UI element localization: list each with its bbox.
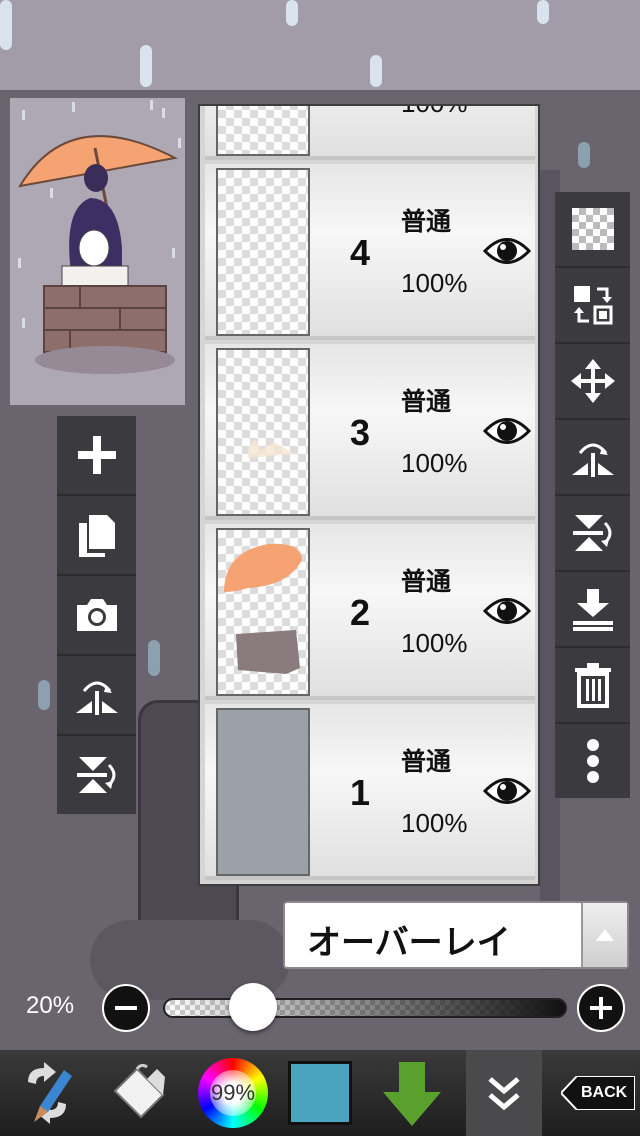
save-download-button[interactable] [372,1050,452,1136]
move-button[interactable] [555,344,630,420]
raindrop [148,640,160,676]
back-arrow-icon: BACK [561,1076,635,1110]
layer-thumbnail [216,168,310,336]
back-label: BACK [581,1084,628,1101]
blend-mode-dropdown-button[interactable] [581,903,627,967]
layer-opacity: 100% [401,268,468,298]
current-color-swatch[interactable] [286,1050,354,1136]
opacity-slider-track[interactable] [163,998,567,1018]
more-vertical-icon [586,739,599,783]
brush-swap-icon [28,1062,72,1124]
flip-layer-vertical-button[interactable] [555,496,630,572]
move-icon [570,359,615,403]
layer-thumbnail [216,528,310,696]
visibility-eye-icon[interactable] [482,414,532,453]
layer-swap-button[interactable] [555,268,630,344]
paint-bucket-icon [113,1063,165,1119]
flip-horizontal-icon [571,443,614,477]
visibility-eye-icon[interactable] [482,234,532,273]
layer-number: 4 [350,232,371,273]
blend-mode-value: オーバーレイ [307,923,511,963]
flip-horizontal-button[interactable] [57,656,136,736]
fill-tool-button[interactable] [100,1050,178,1136]
opacity-decrease-button[interactable] [102,984,150,1032]
color-wheel-button[interactable]: 99% [194,1050,272,1136]
layer-thumbnail [216,348,310,516]
trash-icon [574,663,611,708]
visibility-eye-icon[interactable] [482,774,532,813]
back-button[interactable]: BACK [558,1050,638,1136]
delete-layer-button[interactable] [555,648,630,724]
color-brightness-label: 99% [210,1080,256,1105]
raindrop [578,142,590,168]
flip-layer-horizontal-button[interactable] [555,420,630,496]
opacity-slider-handle[interactable] [229,983,277,1031]
layer-opacity: 100% [401,808,468,838]
blend-mode-select[interactable]: オーバーレイ [283,901,629,969]
layer-row-partial[interactable]: 100% [205,106,535,160]
layer-blend-mode: 普通 [401,207,452,236]
merge-down-button[interactable] [555,572,630,648]
plus-icon [77,436,116,474]
raindrop [140,45,152,87]
opacity-value-label: 20% [26,992,75,1019]
tool-switch-button[interactable] [8,1050,86,1136]
minus-icon [115,1006,137,1010]
layers-panel: 100% 4 普通 100% 3 普通 100% 2 普通 100% 1 [198,104,540,886]
raindrop [38,680,50,710]
double-chevron-down-icon [488,1077,520,1111]
layer-blend-mode: 普通 [401,387,452,416]
flip-vertical-icon [572,515,611,551]
canvas-thumbnail[interactable] [10,98,185,405]
layer-row-4[interactable]: 4 普通 100% [205,164,535,340]
layer-thumbnail [216,106,310,156]
right-toolbar [555,192,630,798]
flip-vertical-icon [76,757,115,793]
layer-row-1[interactable]: 1 普通 100% [205,704,535,880]
layer-opacity: 100% [401,106,468,119]
download-arrow-icon [383,1062,441,1126]
color-wheel-icon: 99% [198,1058,268,1128]
checker-icon [571,208,614,250]
visibility-eye-icon[interactable] [482,594,532,633]
raindrop [370,55,382,87]
left-toolbar [57,416,136,814]
layer-row-2[interactable]: 2 普通 100% [205,524,535,700]
layer-number: 2 [350,592,371,633]
layer-opacity: 100% [401,448,468,478]
transparency-lock-button[interactable] [555,192,630,268]
camera-import-button[interactable] [57,576,136,656]
layer-thumbnail [216,708,310,876]
raindrop [537,0,549,24]
color-swatch [288,1061,352,1125]
camera-icon [76,599,117,631]
bottom-toolbar: 99% BACK [0,1050,640,1136]
layer-number: 3 [350,412,371,453]
layer-row-3[interactable]: 3 普通 100% [205,344,535,520]
merge-down-icon [572,589,613,631]
raindrop [0,0,12,50]
swap-icon [573,286,612,325]
plus-icon [590,997,612,1019]
duplicate-layer-button[interactable] [57,496,136,576]
copy-icon [78,515,115,557]
flip-horizontal-icon [75,681,118,715]
raindrop [286,0,298,26]
flip-vertical-button[interactable] [57,736,136,814]
layer-blend-mode: 普通 [401,747,452,776]
collapse-menu-button[interactable] [466,1050,542,1136]
more-options-button[interactable] [555,724,630,798]
add-layer-button[interactable] [57,416,136,496]
layer-number: 1 [350,772,371,813]
layer-blend-mode: 普通 [401,567,452,596]
layer-opacity: 100% [401,628,468,658]
opacity-increase-button[interactable] [577,984,625,1032]
triangle-up-icon [596,929,614,941]
